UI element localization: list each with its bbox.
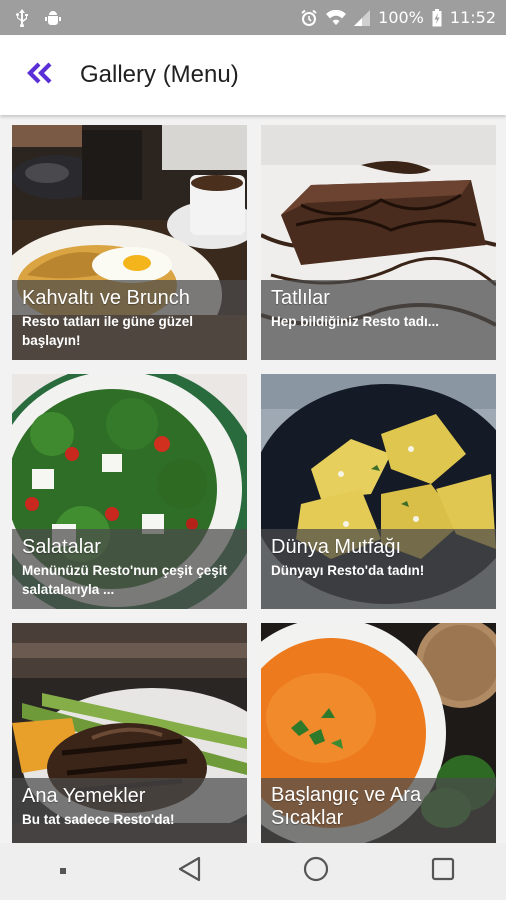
recents-square-icon (430, 856, 456, 887)
card-subtitle: Resto tatları ile güne güzel başlayın! (22, 314, 194, 348)
status-time: 11:52 (449, 8, 496, 27)
home-nav-button[interactable] (286, 843, 346, 900)
card-title: Kahvaltı ve Brunch (22, 287, 190, 309)
card-subtitle: Bu tat sadece Resto'da! (22, 812, 175, 827)
alarm-icon (300, 9, 318, 27)
gallery-card-salatalar[interactable]: Salatalar Menünüzü Resto'nun çeşit çeşit… (12, 374, 247, 609)
back-nav-button[interactable] (160, 843, 220, 900)
home-circle-icon (302, 855, 330, 888)
card-subtitle: Menünüzü Resto'nun çeşit çeşit salatalar… (22, 563, 227, 597)
menu-dot-button[interactable] (33, 843, 93, 900)
card-subtitle: Hep bildiğiniz Resto tadı... (271, 314, 440, 329)
battery-percent: 100% (378, 8, 424, 27)
android-debug-icon (44, 9, 62, 27)
system-nav-bar (0, 843, 506, 900)
card-caption: Tatlılar Hep bildiğiniz Resto tadı... (261, 280, 496, 360)
card-title: Tatlılar (271, 287, 330, 309)
battery-icon (432, 8, 442, 27)
recents-nav-button[interactable] (413, 843, 473, 900)
gallery-card-kahvalti[interactable]: Kahvaltı ve Brunch Resto tatları ile gün… (12, 125, 247, 360)
card-subtitle: Dünyayı Resto'da tadın! (271, 563, 425, 578)
card-caption: Salatalar Menünüzü Resto'nun çeşit çeşit… (12, 529, 247, 609)
signal-icon (354, 9, 371, 26)
card-title: Ana Yemekler (22, 785, 146, 807)
page-title: Gallery (Menu) (80, 61, 239, 88)
wifi-icon (326, 9, 347, 26)
card-title: Başlangıç ve Ara Sıcaklar (271, 784, 422, 829)
card-caption: Kahvaltı ve Brunch Resto tatları ile gün… (12, 280, 247, 360)
card-caption: Dünya Mutfağı Dünyayı Resto'da tadın! (261, 529, 496, 609)
card-title: Salatalar (22, 536, 101, 558)
double-chevron-left-icon (25, 61, 55, 90)
gallery-card-ana-yemekler[interactable]: Ana Yemekler Bu tat sadece Resto'da! (12, 623, 247, 858)
gallery-card-tatlilar[interactable]: Tatlılar Hep bildiğiniz Resto tadı... (261, 125, 496, 360)
gallery-card-dunya-mutfagi[interactable]: Dünya Mutfağı Dünyayı Resto'da tadın! (261, 374, 496, 609)
app-bar: Gallery (Menu) (0, 35, 506, 115)
gallery-grid: Kahvaltı ve Brunch Resto tatları ile gün… (12, 125, 496, 858)
menu-dot-icon (58, 863, 68, 881)
back-button[interactable] (0, 35, 80, 115)
card-title: Dünya Mutfağı (271, 536, 402, 558)
gallery-card-baslangic[interactable]: Başlangıç ve Ara Sıcaklar (261, 623, 496, 858)
usb-icon (14, 8, 30, 27)
back-triangle-icon (177, 856, 203, 887)
status-bar: 100% 11:52 (0, 0, 506, 35)
